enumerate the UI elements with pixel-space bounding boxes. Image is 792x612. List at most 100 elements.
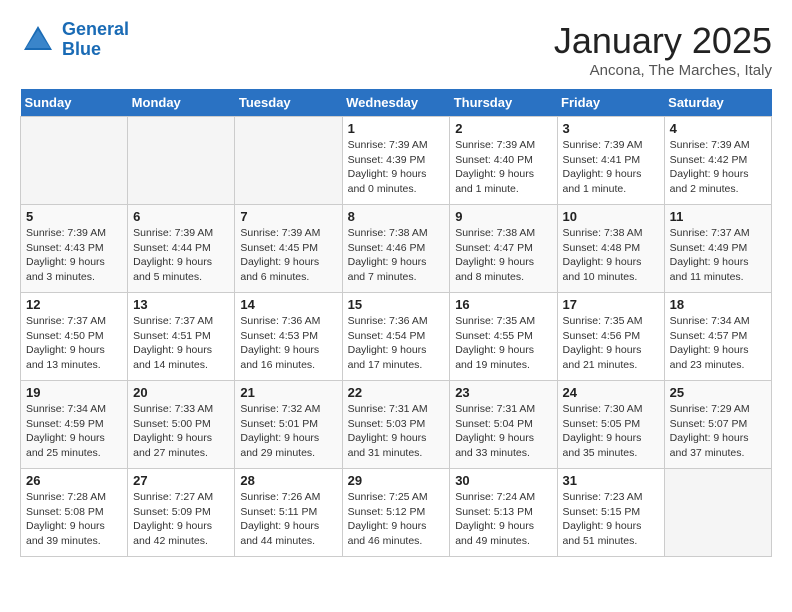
day-number: 15: [348, 297, 445, 312]
day-number: 16: [455, 297, 551, 312]
weekday-header: Thursday: [450, 89, 557, 117]
day-number: 1: [348, 121, 445, 136]
calendar-day-cell: [235, 117, 342, 205]
day-number: 11: [670, 209, 766, 224]
day-info: Sunrise: 7:39 AMSunset: 4:41 PMDaylight:…: [563, 138, 659, 197]
calendar-day-cell: 8Sunrise: 7:38 AMSunset: 4:46 PMDaylight…: [342, 205, 450, 293]
day-number: 8: [348, 209, 445, 224]
calendar-day-cell: 17 Sunrise: 7:35 AMSunset: 4:56 PMDayligh…: [557, 293, 664, 381]
day-info: Sunrise: 7:24 AMSunset: 5:13 PMDaylight:…: [455, 490, 551, 549]
day-number: 21: [240, 385, 336, 400]
calendar-day-cell: 7 Sunrise: 7:39 AMSunset: 4:45 PMDaylight…: [235, 205, 342, 293]
day-info: Sunrise: 7:37 AMSunset: 4:51 PMDaylight:…: [133, 314, 229, 373]
calendar-day-cell: 20 Sunrise: 7:33 AMSunset: 5:00 PMDayligh…: [128, 381, 235, 469]
day-info: Sunrise: 7:39 AMSunset: 4:43 PMDaylight:…: [26, 226, 122, 285]
calendar-day-cell: 27Sunrise: 7:27 AMSunset: 5:09 PMDayligh…: [128, 469, 235, 557]
calendar-day-cell: 24Sunrise: 7:30 AMSunset: 5:05 PMDayligh…: [557, 381, 664, 469]
day-info: Sunrise: 7:36 AMSunset: 4:53 PMDaylight:…: [240, 314, 336, 373]
day-number: 13: [133, 297, 229, 312]
logo-text: General Blue: [62, 20, 129, 60]
day-number: 10: [563, 209, 659, 224]
day-info: Sunrise: 7:39 AMSunset: 4:45 PMDaylight:…: [240, 226, 336, 285]
day-number: 9: [455, 209, 551, 224]
calendar-day-cell: 16 Sunrise: 7:35 AMSunset: 4:55 PMDayligh…: [450, 293, 557, 381]
weekday-header: Tuesday: [235, 89, 342, 117]
calendar-subtitle: Ancona, The Marches, Italy: [554, 62, 772, 79]
day-number: 27: [133, 473, 229, 488]
day-number: 3: [563, 121, 659, 136]
calendar-day-cell: 19 Sunrise: 7:34 AMSunset: 4:59 PMDayligh…: [21, 381, 128, 469]
day-info: Sunrise: 7:29 AMSunset: 5:07 PMDaylight:…: [670, 402, 766, 461]
day-number: 24: [563, 385, 659, 400]
calendar-title: January 2025: [554, 20, 772, 62]
day-number: 14: [240, 297, 336, 312]
day-info: Sunrise: 7:31 AMSunset: 5:03 PMDaylight:…: [348, 402, 445, 461]
day-info: Sunrise: 7:32 AMSunset: 5:01 PMDaylight:…: [240, 402, 336, 461]
weekday-header: Saturday: [664, 89, 771, 117]
day-info: Sunrise: 7:28 AMSunset: 5:08 PMDaylight:…: [26, 490, 122, 549]
day-number: 17: [563, 297, 659, 312]
calendar-day-cell: 3 Sunrise: 7:39 AMSunset: 4:41 PMDaylight…: [557, 117, 664, 205]
calendar-day-cell: 30 Sunrise: 7:24 AMSunset: 5:13 PMDayligh…: [450, 469, 557, 557]
logo-line2: Blue: [62, 39, 101, 59]
calendar-day-cell: 12 Sunrise: 7:37 AMSunset: 4:50 PMDayligh…: [21, 293, 128, 381]
day-info: Sunrise: 7:39 AMSunset: 4:39 PMDaylight:…: [348, 138, 445, 197]
day-info: Sunrise: 7:39 AMSunset: 4:42 PMDaylight:…: [670, 138, 766, 197]
calendar-day-cell: [21, 117, 128, 205]
logo-icon: [20, 22, 56, 58]
day-info: Sunrise: 7:33 AMSunset: 5:00 PMDaylight:…: [133, 402, 229, 461]
day-info: Sunrise: 7:37 AMSunset: 4:50 PMDaylight:…: [26, 314, 122, 373]
day-info: Sunrise: 7:36 AMSunset: 4:54 PMDaylight:…: [348, 314, 445, 373]
calendar-day-cell: 1 Sunrise: 7:39 AMSunset: 4:39 PMDaylight…: [342, 117, 450, 205]
day-number: 28: [240, 473, 336, 488]
calendar-day-cell: 6Sunrise: 7:39 AMSunset: 4:44 PMDaylight…: [128, 205, 235, 293]
calendar-day-cell: 11 Sunrise: 7:37 AMSunset: 4:49 PMDayligh…: [664, 205, 771, 293]
day-number: 4: [670, 121, 766, 136]
calendar-day-cell: 29 Sunrise: 7:25 AMSunset: 5:12 PMDayligh…: [342, 469, 450, 557]
calendar-week-row: 1 Sunrise: 7:39 AMSunset: 4:39 PMDaylight…: [21, 117, 772, 205]
day-number: 22: [348, 385, 445, 400]
day-number: 23: [455, 385, 551, 400]
day-number: 19: [26, 385, 122, 400]
day-number: 12: [26, 297, 122, 312]
day-number: 29: [348, 473, 445, 488]
day-info: Sunrise: 7:35 AMSunset: 4:56 PMDaylight:…: [563, 314, 659, 373]
calendar-day-cell: 13 Sunrise: 7:37 AMSunset: 4:51 PMDayligh…: [128, 293, 235, 381]
day-info: Sunrise: 7:34 AMSunset: 4:57 PMDaylight:…: [670, 314, 766, 373]
calendar-week-row: 12 Sunrise: 7:37 AMSunset: 4:50 PMDayligh…: [21, 293, 772, 381]
day-info: Sunrise: 7:23 AMSunset: 5:15 PMDaylight:…: [563, 490, 659, 549]
calendar-day-cell: 15 Sunrise: 7:36 AMSunset: 4:54 PMDayligh…: [342, 293, 450, 381]
calendar-day-cell: 9Sunrise: 7:38 AMSunset: 4:47 PMDaylight…: [450, 205, 557, 293]
day-info: Sunrise: 7:39 AMSunset: 4:40 PMDaylight:…: [455, 138, 551, 197]
day-number: 30: [455, 473, 551, 488]
calendar-day-cell: [128, 117, 235, 205]
day-number: 20: [133, 385, 229, 400]
calendar-day-cell: [664, 469, 771, 557]
calendar-day-cell: 21 Sunrise: 7:32 AMSunset: 5:01 PMDayligh…: [235, 381, 342, 469]
calendar-day-cell: 25Sunrise: 7:29 AMSunset: 5:07 PMDayligh…: [664, 381, 771, 469]
day-info: Sunrise: 7:26 AMSunset: 5:11 PMDaylight:…: [240, 490, 336, 549]
calendar-day-cell: 26 Sunrise: 7:28 AMSunset: 5:08 PMDayligh…: [21, 469, 128, 557]
weekday-header: Friday: [557, 89, 664, 117]
day-info: Sunrise: 7:39 AMSunset: 4:44 PMDaylight:…: [133, 226, 229, 285]
day-info: Sunrise: 7:38 AMSunset: 4:48 PMDaylight:…: [563, 226, 659, 285]
day-number: 26: [26, 473, 122, 488]
calendar-day-cell: 4 Sunrise: 7:39 AMSunset: 4:42 PMDaylight…: [664, 117, 771, 205]
day-number: 18: [670, 297, 766, 312]
calendar-week-row: 5 Sunrise: 7:39 AMSunset: 4:43 PMDaylight…: [21, 205, 772, 293]
calendar-table: SundayMondayTuesdayWednesdayThursdayFrid…: [20, 89, 772, 557]
day-info: Sunrise: 7:25 AMSunset: 5:12 PMDaylight:…: [348, 490, 445, 549]
day-info: Sunrise: 7:35 AMSunset: 4:55 PMDaylight:…: [455, 314, 551, 373]
day-info: Sunrise: 7:34 AMSunset: 4:59 PMDaylight:…: [26, 402, 122, 461]
calendar-day-cell: 5 Sunrise: 7:39 AMSunset: 4:43 PMDaylight…: [21, 205, 128, 293]
header: General Blue January 2025 Ancona, The Ma…: [20, 20, 772, 79]
day-info: Sunrise: 7:31 AMSunset: 5:04 PMDaylight:…: [455, 402, 551, 461]
calendar-day-cell: 28 Sunrise: 7:26 AMSunset: 5:11 PMDayligh…: [235, 469, 342, 557]
day-info: Sunrise: 7:37 AMSunset: 4:49 PMDaylight:…: [670, 226, 766, 285]
weekday-header: Monday: [128, 89, 235, 117]
calendar-day-cell: 23 Sunrise: 7:31 AMSunset: 5:04 PMDayligh…: [450, 381, 557, 469]
calendar-day-cell: 18 Sunrise: 7:34 AMSunset: 4:57 PMDayligh…: [664, 293, 771, 381]
day-number: 5: [26, 209, 122, 224]
title-area: January 2025 Ancona, The Marches, Italy: [554, 20, 772, 79]
day-number: 7: [240, 209, 336, 224]
